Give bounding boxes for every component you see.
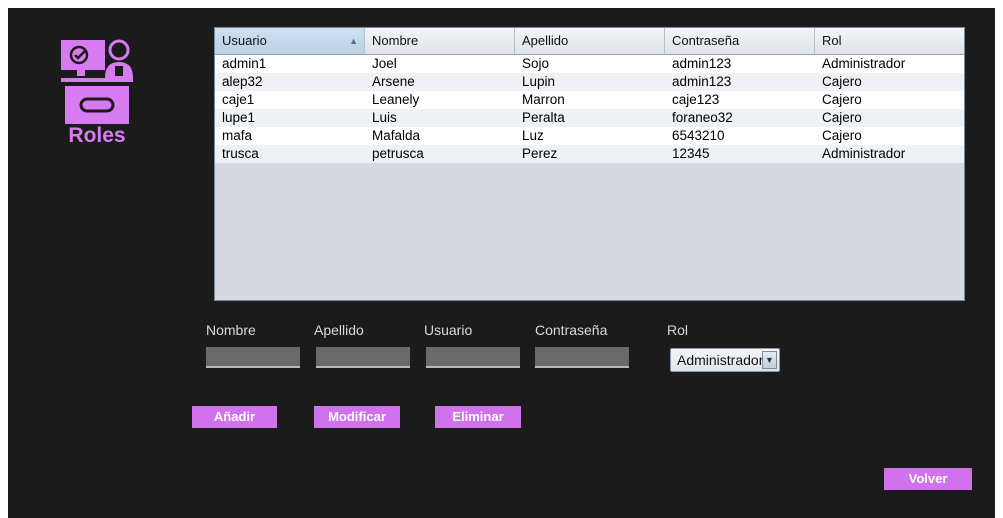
cell-apellido: Luz (522, 128, 544, 143)
cell-contrasena: admin123 (672, 56, 732, 71)
cell-contrasena: caje123 (672, 92, 720, 107)
computer-user-icon (61, 39, 133, 124)
cell-rol: Cajero (822, 92, 862, 107)
cell-apellido: Perez (522, 146, 558, 161)
column-header-usuario[interactable]: Usuario ▲ (215, 28, 365, 54)
contrasena-label: Contraseña (535, 322, 608, 338)
usuario-label: Usuario (424, 322, 473, 338)
column-header-apellido[interactable]: Apellido (515, 28, 665, 54)
app-window: Roles Usuario ▲ Nombre Apellido Contrase… (8, 8, 995, 518)
cell-usuario: admin1 (222, 56, 267, 71)
page-title: Roles (68, 124, 126, 147)
cell-rol: Cajero (822, 110, 862, 125)
table-row[interactable]: admin1 Joel Sojo admin123 Administrador (215, 55, 964, 73)
cell-contrasena: foraneo32 (672, 110, 733, 125)
usuario-field[interactable] (426, 347, 520, 368)
nombre-field[interactable] (206, 347, 300, 368)
sort-ascending-icon: ▲ (349, 36, 358, 46)
cell-nombre: petrusca (372, 146, 424, 161)
table-row[interactable]: mafa Mafalda Luz 6543210 Cajero (215, 127, 964, 145)
cell-rol: Administrador (822, 146, 906, 161)
column-header-contrasena[interactable]: Contraseña (665, 28, 815, 54)
rol-label: Rol (667, 322, 689, 338)
cell-apellido: Marron (522, 92, 565, 107)
cell-contrasena: admin123 (672, 74, 732, 89)
add-button[interactable]: Añadir (192, 406, 277, 428)
table-body: admin1 Joel Sojo admin123 Administrador … (215, 55, 964, 163)
cell-contrasena: 12345 (672, 146, 710, 161)
cell-usuario: alep32 (222, 74, 263, 89)
table-row[interactable]: trusca petrusca Perez 12345 Administrado… (215, 145, 964, 163)
cell-usuario: caje1 (222, 92, 255, 107)
column-header-label: Usuario (222, 33, 267, 48)
users-table[interactable]: Usuario ▲ Nombre Apellido Contraseña Rol… (214, 27, 965, 301)
cell-rol: Cajero (822, 128, 862, 143)
nombre-label: Nombre (206, 322, 256, 338)
rol-select-value: Administrador (677, 352, 764, 368)
cell-nombre: Mafalda (372, 128, 421, 143)
cell-nombre: Luis (372, 110, 397, 125)
cell-usuario: trusca (222, 146, 259, 161)
cell-apellido: Lupin (522, 74, 556, 89)
column-header-rol[interactable]: Rol (815, 28, 964, 54)
cell-apellido: Sojo (522, 56, 550, 71)
cell-nombre: Joel (372, 56, 397, 71)
modify-button[interactable]: Modificar (314, 406, 400, 428)
column-header-nombre[interactable]: Nombre (365, 28, 515, 54)
delete-button[interactable]: Eliminar (435, 406, 521, 428)
table-row[interactable]: lupe1 Luis Peralta foraneo32 Cajero (215, 109, 964, 127)
cell-nombre: Leanely (372, 92, 420, 107)
cell-contrasena: 6543210 (672, 128, 725, 143)
cell-usuario: mafa (222, 128, 253, 143)
back-button[interactable]: Volver (884, 468, 972, 490)
cell-nombre: Arsene (372, 74, 415, 89)
rol-select[interactable]: Administrador ▼ (670, 348, 780, 372)
contrasena-field[interactable] (535, 347, 629, 368)
table-row[interactable]: alep32 Arsene Lupin admin123 Cajero (215, 73, 964, 91)
cell-apellido: Peralta (522, 110, 565, 125)
apellido-field[interactable] (316, 347, 410, 368)
cell-rol: Cajero (822, 74, 862, 89)
table-row[interactable]: caje1 Leanely Marron caje123 Cajero (215, 91, 964, 109)
cell-rol: Administrador (822, 56, 906, 71)
apellido-label: Apellido (314, 322, 364, 338)
chevron-down-icon[interactable]: ▼ (762, 351, 777, 369)
roles-logo: Roles (59, 36, 135, 148)
table-header: Usuario ▲ Nombre Apellido Contraseña Rol (215, 28, 964, 55)
cell-usuario: lupe1 (222, 110, 256, 125)
